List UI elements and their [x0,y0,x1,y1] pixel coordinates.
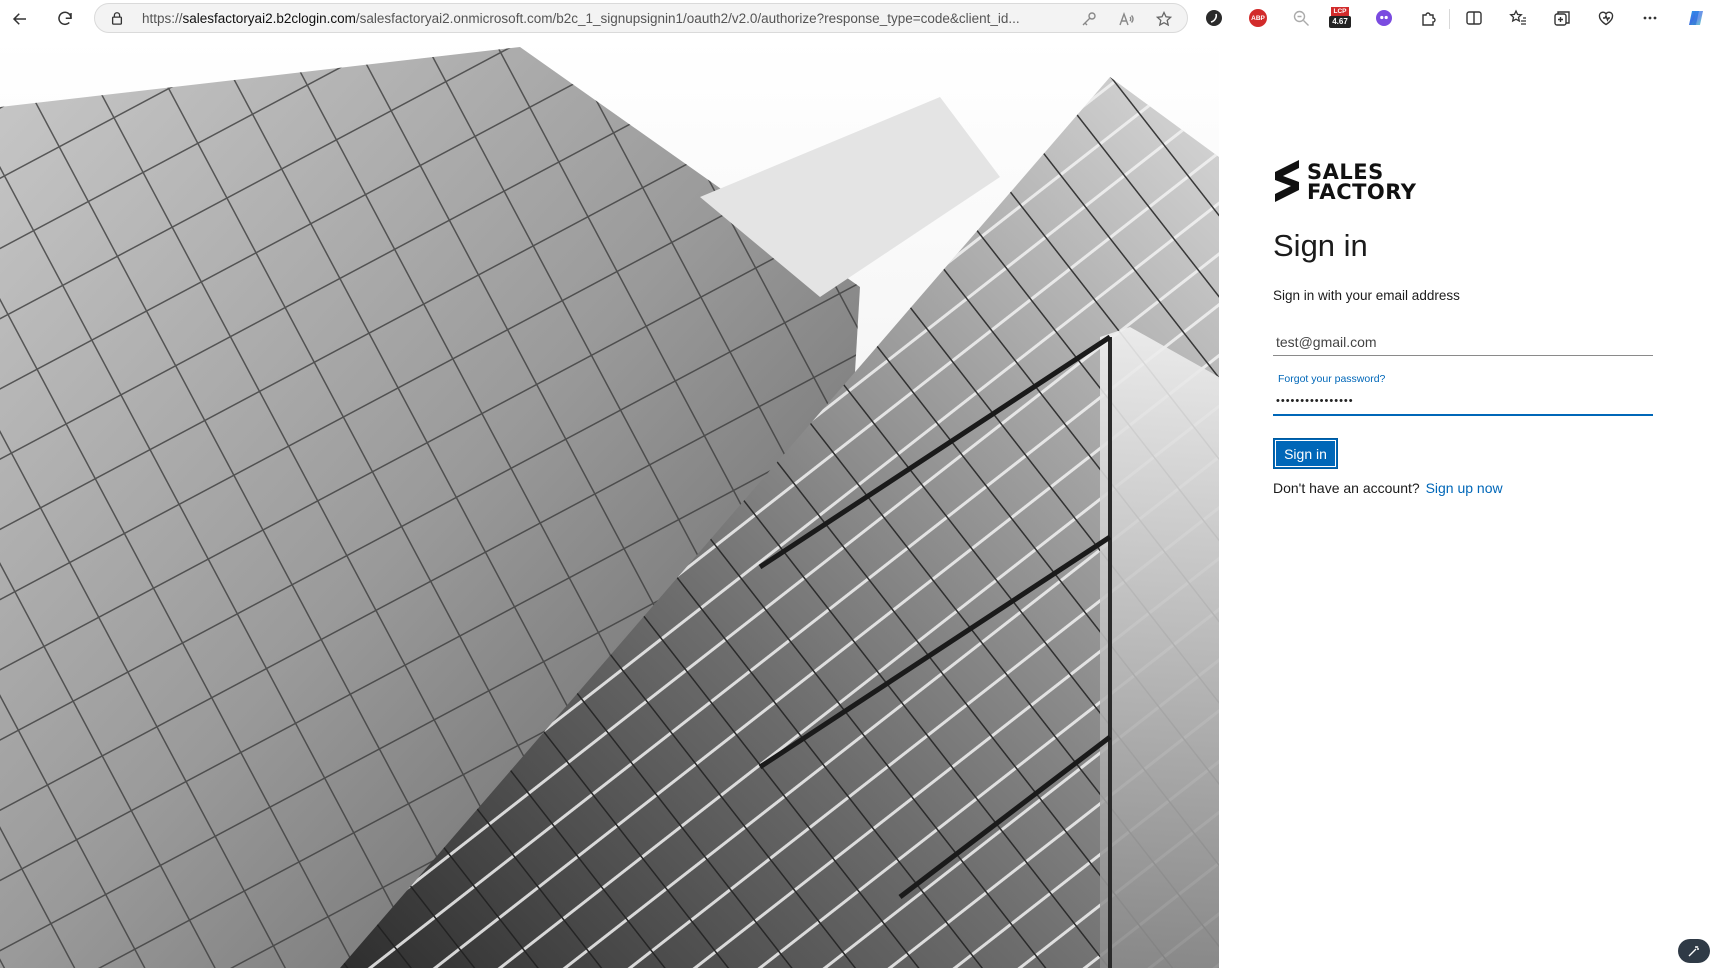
url-text[interactable]: https://salesfactoryai2.b2clogin.com/sal… [142,11,1062,26]
lock-icon[interactable] [110,11,124,25]
email-field[interactable] [1273,328,1653,356]
adblock-icon[interactable]: ABP [1246,6,1270,30]
signup-link[interactable]: Sign up now [1426,480,1503,496]
browser-essentials-icon[interactable] [1594,6,1618,30]
signin-intro-text: Sign in with your email address [1273,288,1460,303]
url-scheme: https:// [142,11,183,26]
ghost-extension-icon[interactable] [1372,6,1396,30]
url-path: /salesfactoryai2.onmicrosoft.com/b2c_1_s… [355,11,1020,26]
more-options-icon[interactable] [1638,6,1662,30]
read-aloud-icon[interactable] [1117,10,1135,28]
address-bar[interactable]: https://salesfactoryai2.b2clogin.com/sal… [94,3,1188,33]
extension-swirl-icon[interactable] [1202,6,1226,30]
key-icon[interactable] [1080,10,1098,28]
lcp-extension-icon[interactable]: LCP 4.67 [1329,6,1351,30]
favorites-icon[interactable] [1506,6,1530,30]
extensions-puzzle-icon[interactable] [1417,6,1441,30]
logo-line-1: SALES [1307,160,1384,184]
url-host: salesfactoryai2.b2clogin.com [182,11,356,26]
favorite-star-icon[interactable] [1155,10,1173,28]
no-account-text: Don't have an account? [1273,480,1420,496]
collections-icon[interactable] [1550,6,1574,30]
logo-line-2: FACTORY [1307,180,1417,204]
logo-wordmark: SALES FACTORY [1307,160,1417,204]
zoom-icon[interactable] [1289,6,1313,30]
refresh-icon[interactable] [50,4,80,34]
split-screen-icon[interactable] [1462,6,1486,30]
browser-toolbar: https://salesfactoryai2.b2clogin.com/sal… [0,0,1717,38]
page-title: Sign in [1273,228,1368,263]
adblock-label: ABP [1249,9,1267,27]
signup-prompt: Don't have an account? Sign up now [1273,480,1503,496]
copilot-icon[interactable] [1684,6,1708,30]
back-icon[interactable] [5,4,35,34]
password-field[interactable] [1273,388,1653,416]
lcp-label: LCP [1331,7,1349,16]
signin-button[interactable]: Sign in [1273,438,1338,469]
lcp-value: 4.67 [1329,16,1351,28]
forgot-password-link[interactable]: Forgot your password? [1278,373,1385,385]
toolbar-separator [1449,9,1450,29]
magic-wand-icon[interactable] [1678,939,1710,963]
building-background-image [0,37,1219,968]
